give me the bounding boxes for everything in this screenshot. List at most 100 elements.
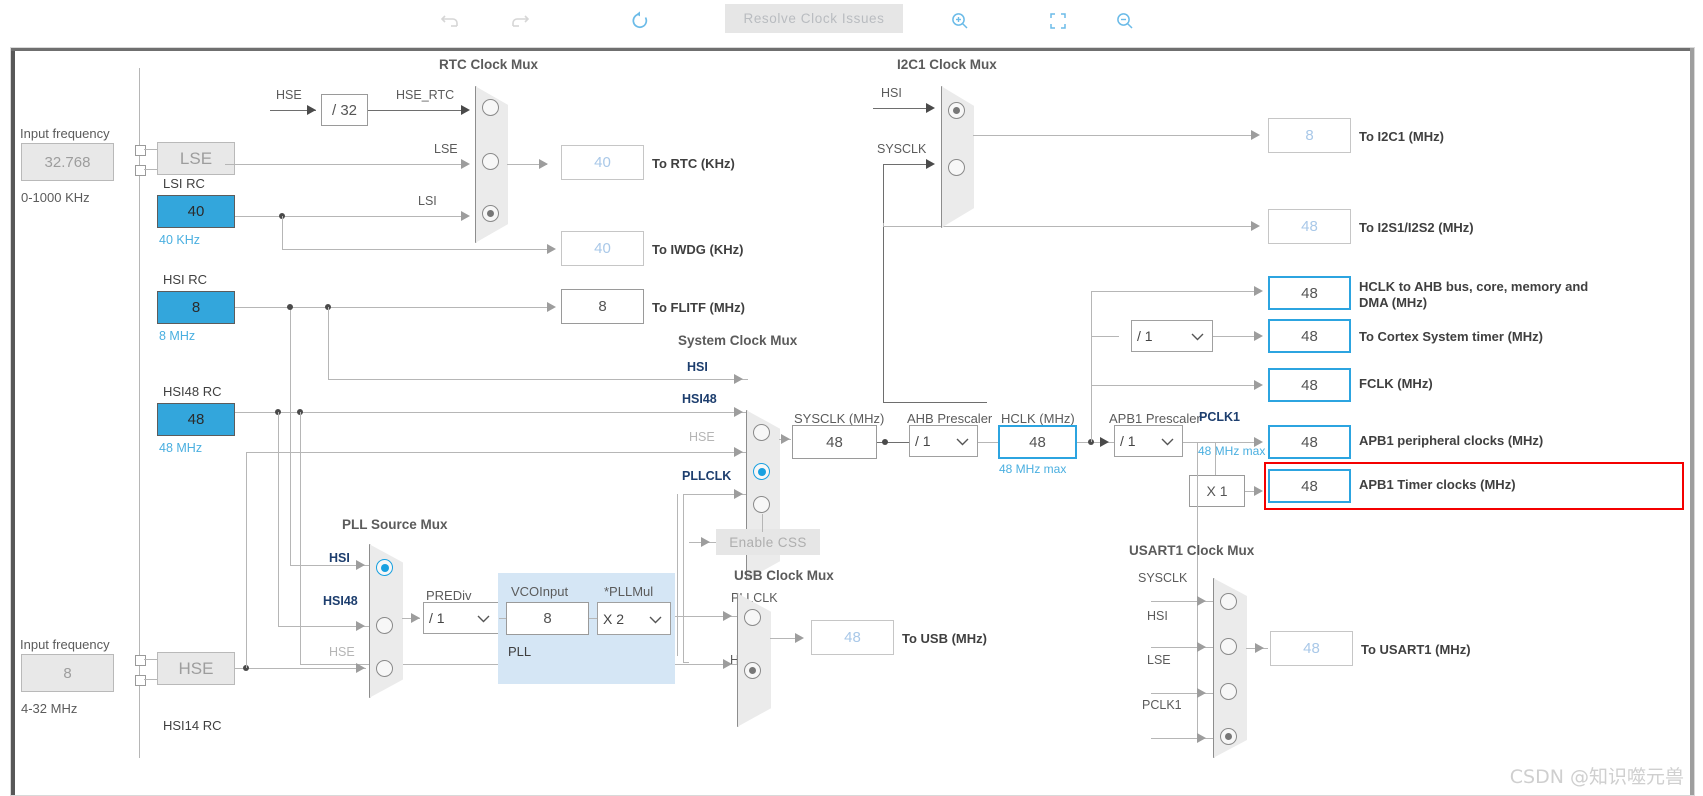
- usbmux-radio-hsi48[interactable]: [744, 662, 761, 679]
- css-to-mux-wire: [762, 514, 763, 532]
- sysmux-radio-hsi48[interactable]: [753, 463, 770, 480]
- sysmux-radio-hse[interactable]: [753, 496, 770, 513]
- usartmux-radio-hsi[interactable]: [1220, 638, 1237, 655]
- prediv-select[interactable]: / 1: [423, 602, 499, 634]
- cortex-prescaler-value: / 1: [1137, 328, 1153, 344]
- usart-sysclk-arrow: [1197, 596, 1206, 606]
- sysmux-pllclk-arrow: [734, 489, 743, 499]
- usb-out-arrow: [795, 633, 804, 643]
- hsi-pll-branch-dot: [287, 304, 293, 310]
- hse-oscillator-box[interactable]: HSE: [157, 652, 235, 685]
- lsi-rc-value[interactable]: 40: [157, 195, 235, 228]
- hsi-to-flitf-wire: [235, 307, 553, 308]
- usbmux-radio-pllclk[interactable]: [744, 609, 761, 626]
- i2c1-mux-radio-hsi[interactable]: [948, 102, 965, 119]
- hsi48-to-sysmux-wire: [235, 412, 748, 413]
- usart-out-arrow: [1255, 643, 1264, 653]
- rtc-mux-input-label-lsi: LSI: [418, 194, 437, 208]
- rtc-mux-radio-lsi[interactable]: [482, 205, 499, 222]
- pllmux-radio-hsi48[interactable]: [376, 617, 393, 634]
- rtc-mux-radio-hse-rtc[interactable]: [482, 99, 499, 116]
- ahb-prescaler-select[interactable]: / 1: [909, 425, 978, 457]
- usart-hsi-arrow: [1197, 642, 1206, 652]
- resolve-clock-issues-button[interactable]: Resolve Clock Issues: [725, 4, 903, 33]
- output-label-4: APB1 Timer clocks (MHz): [1359, 477, 1516, 492]
- pllmux-radio-hsi[interactable]: [376, 559, 393, 576]
- vco-to-mul-wire: [589, 618, 597, 619]
- lse-input-frequency-field[interactable]: 32.768: [21, 143, 114, 181]
- i2c1-mux-input-label-sysclk: SYSCLK: [877, 142, 927, 156]
- output-value-4: 48: [1268, 469, 1351, 503]
- hse-pin-wire-bottom: [144, 679, 157, 680]
- usart1-clock-mux-title: USART1 Clock Mux: [1129, 543, 1255, 558]
- to-usart1-value: 48: [1270, 631, 1353, 666]
- output-label-3: APB1 peripheral clocks (MHz): [1359, 433, 1544, 448]
- output-value-3: 48: [1268, 425, 1351, 459]
- redo-button[interactable]: [505, 6, 535, 36]
- to-iwdg-value: 40: [561, 231, 644, 266]
- zoom-in-button[interactable]: [945, 6, 975, 36]
- pll-group-label: PLL: [508, 644, 532, 659]
- usartmux-radio-lse[interactable]: [1220, 683, 1237, 700]
- chevron-down-icon: [1191, 328, 1204, 344]
- sysclk-to-i2cmux-wire: [883, 164, 932, 165]
- hsi-rc-label: HSI RC: [163, 272, 208, 287]
- prediv-label: PREDiv: [426, 588, 472, 603]
- output-label-1: To Cortex System timer (MHz): [1359, 329, 1543, 344]
- cortex-prescaler-select[interactable]: / 1: [1131, 320, 1213, 352]
- sysclk-value: 48: [792, 425, 877, 459]
- undo-button[interactable]: [435, 6, 465, 36]
- usartmux-radio-pclk1[interactable]: [1220, 728, 1237, 745]
- pllmul-select[interactable]: X 2: [597, 602, 671, 635]
- hse-input-frequency-field[interactable]: 8: [21, 654, 114, 692]
- lsi-to-rtcmux-wire: [235, 216, 467, 217]
- flitf-arrow: [547, 302, 556, 312]
- rtc-mux-input-label-lse: LSE: [434, 142, 458, 156]
- pllmux-hsi-arrow: [356, 560, 365, 570]
- i2s-arrow: [1251, 221, 1260, 231]
- sysmux-hsi48-arrow: [734, 407, 743, 417]
- clock-configuration-diagram[interactable]: Input frequency 32.768 0-1000 KHz LSE LS…: [10, 47, 1695, 796]
- fit-to-screen-button[interactable]: [1043, 6, 1073, 36]
- canvas-top-edge: [11, 48, 1694, 51]
- hclk-to-cortex-wire: [1091, 336, 1119, 337]
- apb1-prescaler-select[interactable]: / 1: [1114, 425, 1183, 457]
- to-i2c1-value: 8: [1268, 118, 1351, 153]
- reset-button[interactable]: [625, 6, 655, 36]
- hclk-to-fclk-wire: [1091, 385, 1256, 386]
- usartmux-input-label-sysclk: SYSCLK: [1138, 571, 1188, 585]
- ahb-prescaler-label: AHB Prescaler: [907, 411, 993, 426]
- usb-clock-mux-title: USB Clock Mux: [734, 568, 834, 583]
- hsi48-rc-value[interactable]: 48: [157, 403, 235, 436]
- enable-css-button[interactable]: Enable CSS: [716, 529, 820, 555]
- sysclk-out-arrow: [781, 434, 790, 444]
- to-i2c1-label: To I2C1 (MHz): [1359, 129, 1444, 144]
- hclk-max: 48 MHz max: [999, 462, 1067, 476]
- output-value-0: 48: [1268, 276, 1351, 310]
- hsi-rc-unit: 8 MHz: [159, 329, 196, 343]
- sysmux-radio-hsi[interactable]: [753, 424, 770, 441]
- to-flitf-label: To FLITF (MHz): [652, 300, 745, 315]
- lse-oscillator-box[interactable]: LSE: [157, 142, 235, 175]
- sysclk-i2c-branch: [883, 402, 987, 403]
- lse-input-range: 0-1000 KHz: [21, 190, 90, 205]
- pll-source-mux-title: PLL Source Mux: [342, 517, 448, 532]
- to-rtc-label: To RTC (KHz): [652, 156, 735, 171]
- cortex-out-wire: [1213, 336, 1256, 337]
- hsi-branch-down: [328, 307, 329, 379]
- css-arrow: [701, 537, 710, 547]
- hsi-rc-value[interactable]: 8: [157, 291, 235, 324]
- usartmux-radio-sysclk[interactable]: [1220, 593, 1237, 610]
- ahb-prescaler-value: / 1: [915, 433, 931, 449]
- zoom-out-button[interactable]: [1110, 6, 1140, 36]
- to-i2s-value: 48: [1268, 209, 1351, 244]
- hse-pin-bottom: [135, 675, 146, 686]
- pllmux-hsi48-arrow: [356, 621, 365, 631]
- to-usb-label: To USB (MHz): [902, 631, 987, 646]
- toolbar: Resolve Clock Issues: [0, 0, 1703, 41]
- pllmux-radio-hse[interactable]: [376, 660, 393, 677]
- i2c1-mux-radio-sysclk[interactable]: [948, 159, 965, 176]
- hse-pin-wire-top: [144, 659, 157, 660]
- hclk-out0-arrow: [1254, 286, 1263, 296]
- rtc-mux-radio-lse[interactable]: [482, 153, 499, 170]
